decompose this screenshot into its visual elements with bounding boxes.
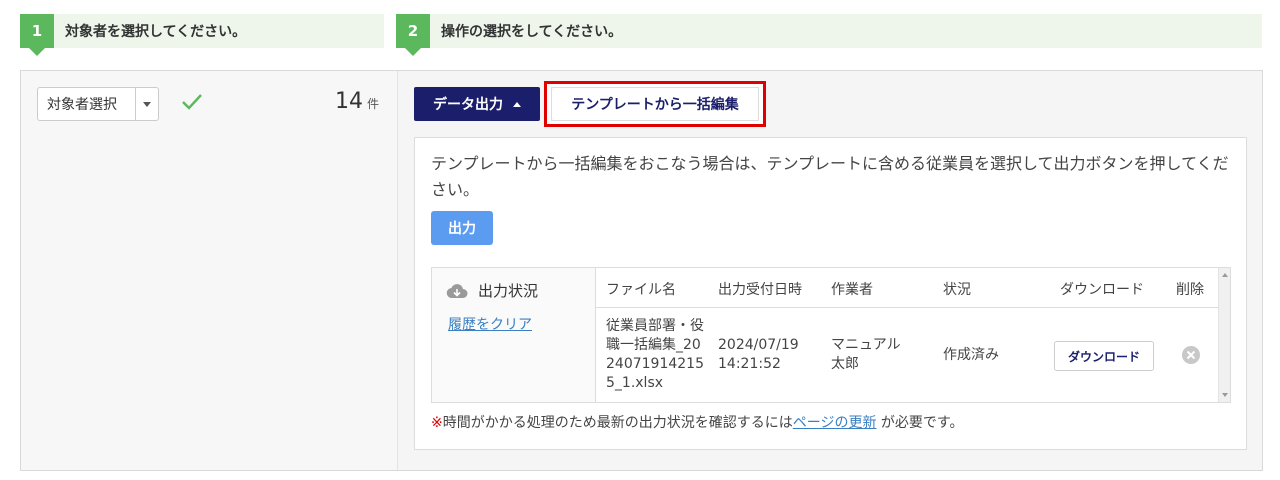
chevron-down-icon: [143, 101, 151, 107]
refresh-note: ※時間がかかる処理のため最新の出力状況を確認するにはページの更新 が必要です。: [431, 412, 964, 432]
received-date-cell: 2024/07/19 14:21:52: [718, 336, 799, 374]
target-select-toggle[interactable]: [135, 88, 158, 120]
column-header-download: ダウンロード: [1060, 282, 1144, 298]
operation-column: データ出力 テンプレートから一括編集 テンプレートから一括編集をおこなう場合は、…: [398, 71, 1262, 470]
column-header-status: 状況: [943, 282, 971, 298]
column-header-worker: 作業者: [831, 282, 873, 298]
table-scrollbar[interactable]: [1218, 268, 1230, 402]
target-select-label: 対象者選択: [47, 97, 117, 113]
column-header-received-at: 出力受付日時: [718, 282, 802, 298]
column-header-file-name: ファイル名: [606, 282, 676, 298]
received-date: 2024/07/19: [718, 337, 799, 353]
scroll-down-icon: [1222, 393, 1228, 397]
template-edit-highlight: テンプレートから一括編集: [544, 81, 766, 127]
column-header-delete: 削除: [1176, 282, 1204, 298]
data-output-button[interactable]: データ出力: [414, 87, 540, 121]
scroll-up-icon: [1222, 273, 1228, 277]
table-header: ファイル名 出力受付日時 作業者 状況 ダウンロード 削除: [596, 268, 1218, 308]
step-1-number: 1: [20, 14, 54, 56]
output-status-table: ファイル名 出力受付日時 作業者 状況 ダウンロード 削除 従業員部署・役職一括…: [596, 268, 1218, 402]
template-edit-description: テンプレートから一括編集をおこなう場合は、テンプレートに含める従業員を選択して出…: [431, 154, 1229, 199]
note-text-before: 時間がかかる処理のため最新の出力状況を確認するには: [442, 415, 793, 431]
target-column: 対象者選択 14 件: [21, 71, 398, 470]
output-status-title: 出力状況: [446, 280, 538, 301]
state-cell: 作成済み: [943, 347, 999, 363]
step-2-header: 2 操作の選択をしてください。: [396, 14, 1262, 56]
output-button[interactable]: 出力: [431, 211, 493, 245]
check-icon: [182, 94, 202, 110]
note-mark: ※: [431, 415, 443, 431]
received-time: 14:21:52: [718, 356, 781, 372]
main-panel: 対象者選択 14 件 データ出力 テンプレートから一括編集 テンプレートから一括…: [20, 70, 1263, 471]
selected-count: 14 件: [335, 89, 379, 114]
data-output-label: データ出力: [433, 97, 503, 113]
download-button[interactable]: ダウンロード: [1054, 341, 1154, 371]
caret-up-icon: [513, 101, 521, 107]
step-1-label: 対象者を選択してください。: [65, 24, 247, 40]
delete-icon[interactable]: [1181, 345, 1201, 365]
selected-count-unit: 件: [366, 97, 379, 111]
output-status-sidebar: 出力状況 履歴をクリア: [432, 268, 596, 402]
template-edit-panel: テンプレートから一括編集をおこなう場合は、テンプレートに含める従業員を選択して出…: [414, 137, 1247, 450]
output-status-label: 出力状況: [478, 282, 539, 300]
note-text-after: が必要です。: [876, 415, 964, 431]
step-2-number: 2: [396, 14, 430, 56]
output-status-section: 出力状況 履歴をクリア ファイル名 出力受付日時 作業者 状況 ダウンロード 削…: [431, 267, 1231, 403]
page-refresh-link[interactable]: ページの更新: [793, 415, 877, 431]
selected-count-number: 14: [334, 89, 363, 114]
table-row: 従業員部署・役職一括編集_20240719142155_1.xlsx 2024/…: [596, 308, 1218, 402]
cloud-download-icon: [446, 283, 468, 298]
step-1-header: 1 対象者を選択してください。: [20, 14, 384, 56]
target-select-dropdown[interactable]: 対象者選択: [37, 87, 159, 121]
template-edit-button[interactable]: テンプレートから一括編集: [551, 87, 759, 121]
worker-cell: マニュアル太郎: [831, 337, 901, 372]
clear-history-link[interactable]: 履歴をクリア: [448, 314, 532, 334]
step-2-label: 操作の選択をしてください。: [441, 24, 623, 40]
file-name-cell: 従業員部署・役職一括編集_20240719142155_1.xlsx: [606, 318, 704, 391]
